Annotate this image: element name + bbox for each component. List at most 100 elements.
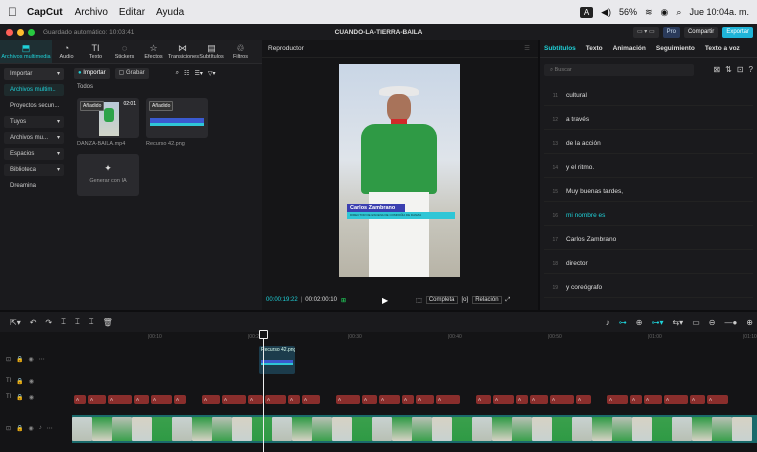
split-icon[interactable]: ⌶: [61, 317, 66, 327]
subtitle-clip[interactable]: A: [416, 395, 434, 404]
export-button[interactable]: Exportar: [722, 26, 753, 38]
import-subtitles-icon[interactable]: ⊡: [737, 65, 744, 74]
tab-subtitles[interactable]: ▤ Subtítulos: [197, 40, 226, 63]
track-controls-video[interactable]: ⊡ 🔒 ◉ ♪ ⋯: [6, 425, 53, 432]
subtitle-search-input[interactable]: ⌕ Buscar: [544, 64, 694, 76]
mic-icon[interactable]: ♪: [606, 318, 610, 327]
menu-archivo[interactable]: Archivo: [75, 7, 108, 18]
subtitle-clip[interactable]: A: [174, 395, 186, 404]
find-replace-icon[interactable]: ⇅: [725, 65, 732, 74]
play-icon[interactable]: ▶: [382, 296, 388, 305]
subtitle-clip[interactable]: A: [664, 395, 688, 404]
timecode-icon[interactable]: ⊞: [341, 297, 346, 304]
subtitle-clip[interactable]: A: [530, 395, 548, 404]
menu-icon[interactable]: ☰: [524, 40, 530, 58]
wifi-icon[interactable]: ≋: [645, 7, 653, 18]
audio-icon[interactable]: ♪: [39, 425, 42, 432]
search-icon[interactable]: ⌕: [176, 70, 179, 77]
volume-icon[interactable]: ◀): [601, 7, 611, 18]
ratio-button[interactable]: Relación: [472, 296, 502, 304]
subtitle-clip[interactable]: A: [516, 395, 528, 404]
media-item-recurso[interactable]: Añadido: [146, 98, 208, 138]
tab-filters[interactable]: ♲ Filtros: [226, 40, 255, 63]
undo-icon[interactable]: ↶: [30, 318, 37, 327]
help-icon[interactable]: ?: [749, 65, 753, 74]
quality-button[interactable]: Completa: [425, 296, 458, 304]
subtitle-line[interactable]: 15 Muy buenas tardes,: [544, 182, 753, 202]
apple-icon[interactable]: : [8, 5, 17, 19]
subtitle-clip[interactable]: A: [248, 395, 263, 404]
sidebar-item-tuyos[interactable]: Tuyos ▾: [4, 116, 64, 128]
more-icon[interactable]: ⋯: [47, 425, 53, 432]
link-icon[interactable]: ⊶: [619, 318, 627, 327]
eye-icon[interactable]: ◉: [29, 425, 34, 432]
zoom-out-icon[interactable]: ⊖: [709, 318, 716, 327]
preview-axis-icon[interactable]: ⇆▾: [672, 318, 683, 327]
lock-icon[interactable]: 🔒: [16, 378, 23, 385]
split-left-icon[interactable]: ⌶: [75, 317, 80, 327]
playhead-handle[interactable]: [259, 330, 268, 339]
subtitle-line[interactable]: 18 director: [544, 254, 753, 274]
subtitle-clip[interactable]: A: [88, 395, 106, 404]
eye-icon[interactable]: ◉: [29, 394, 34, 401]
track-controls-text[interactable]: TI 🔒 ◉: [6, 378, 34, 385]
track-controls-subtitles[interactable]: TI 🔒 ◉: [6, 394, 34, 401]
snap-icon[interactable]: ⊶▾: [651, 318, 663, 327]
app-name[interactable]: CapCut: [27, 7, 63, 18]
eye-icon[interactable]: ◉: [29, 378, 34, 385]
subtitle-clip[interactable]: A: [476, 395, 491, 404]
pro-button[interactable]: Pro: [662, 26, 680, 38]
playhead[interactable]: [263, 332, 264, 452]
control-center-icon[interactable]: ◉: [661, 7, 669, 18]
sort-icon[interactable]: ☰▾: [194, 70, 202, 77]
subtitle-clip[interactable]: A: [302, 395, 320, 404]
video-preview[interactable]: Carlos Zambrano DIRECTOR DE ESCENA DE CO…: [339, 64, 460, 277]
zoom-icon[interactable]: [28, 28, 35, 36]
timeline-ruler[interactable]: |00:10 |00:20 |00:30 |00:40 |00:50 |01:0…: [70, 332, 757, 342]
tab-effects[interactable]: ☆ Efectos: [139, 40, 168, 63]
subtitle-clip[interactable]: A: [607, 395, 628, 404]
subtitle-clip[interactable]: A: [151, 395, 172, 404]
keyboard-input-icon[interactable]: A: [580, 6, 594, 18]
lock-icon[interactable]: 🔒: [16, 356, 23, 363]
tab-subtitulos[interactable]: Subtítulos: [544, 45, 576, 52]
datetime[interactable]: Jue 10:04a. m.: [689, 7, 749, 17]
tab-transitions[interactable]: ⋈ Transiciones: [168, 40, 199, 63]
close-icon[interactable]: [6, 28, 13, 36]
lock-icon[interactable]: 🔒: [16, 394, 23, 401]
subtitle-clip[interactable]: A: [630, 395, 642, 404]
subtitle-clip[interactable]: A: [402, 395, 414, 404]
generate-ai-card[interactable]: ✦ Generar con IA: [77, 154, 139, 196]
more-icon[interactable]: ⋯: [39, 356, 45, 363]
sidebar-item-archivos-mu[interactable]: Archivos mu... ▾: [4, 132, 64, 144]
subtitle-clip[interactable]: A: [288, 395, 300, 404]
subtitle-clip[interactable]: A: [222, 395, 246, 404]
subtitle-clip[interactable]: A: [707, 395, 728, 404]
lock-icon[interactable]: 🔒: [16, 425, 23, 432]
track-controls-overlay[interactable]: ⊡ 🔒 ◉ ⋯: [6, 356, 45, 363]
delete-icon[interactable]: 🗑: [103, 318, 113, 327]
tab-media[interactable]: ⬒ Archivos multimedia: [0, 40, 52, 63]
share-button[interactable]: Compartir: [683, 26, 719, 38]
record-button[interactable]: ▢ Grabar: [114, 67, 149, 79]
spotlight-icon[interactable]: ⌕: [676, 7, 681, 18]
subtitle-line[interactable]: 17 Carlos Zambrano: [544, 230, 753, 250]
tab-text[interactable]: TI Texto: [81, 40, 110, 63]
subtitle-clip[interactable]: A: [134, 395, 149, 404]
layout-icon[interactable]: ▭ ▾ ▭: [632, 26, 659, 38]
zoom-fit-icon[interactable]: [o]: [462, 297, 469, 303]
import-button[interactable]: ● Importar: [74, 67, 110, 79]
screen-icon[interactable]: ▭: [692, 318, 700, 327]
overlay-clip[interactable]: Recurso 42.png: [259, 346, 295, 374]
subtitle-line[interactable]: 19 y coreógrafo: [544, 278, 753, 298]
subtitle-line[interactable]: 12 a través: [544, 110, 753, 130]
menu-editar[interactable]: Editar: [119, 7, 145, 18]
tab-animacion[interactable]: Animación: [613, 45, 646, 52]
subtitle-clip[interactable]: A: [74, 395, 86, 404]
media-item-danza[interactable]: Añadido 02:01: [77, 98, 139, 138]
filter-icon[interactable]: ▽▾: [208, 70, 216, 77]
subtitle-line[interactable]: 13 de la acción: [544, 134, 753, 154]
menu-ayuda[interactable]: Ayuda: [156, 7, 184, 18]
video-track[interactable]: [72, 415, 757, 443]
sidebar-item-import[interactable]: Importar ▾: [4, 68, 64, 80]
